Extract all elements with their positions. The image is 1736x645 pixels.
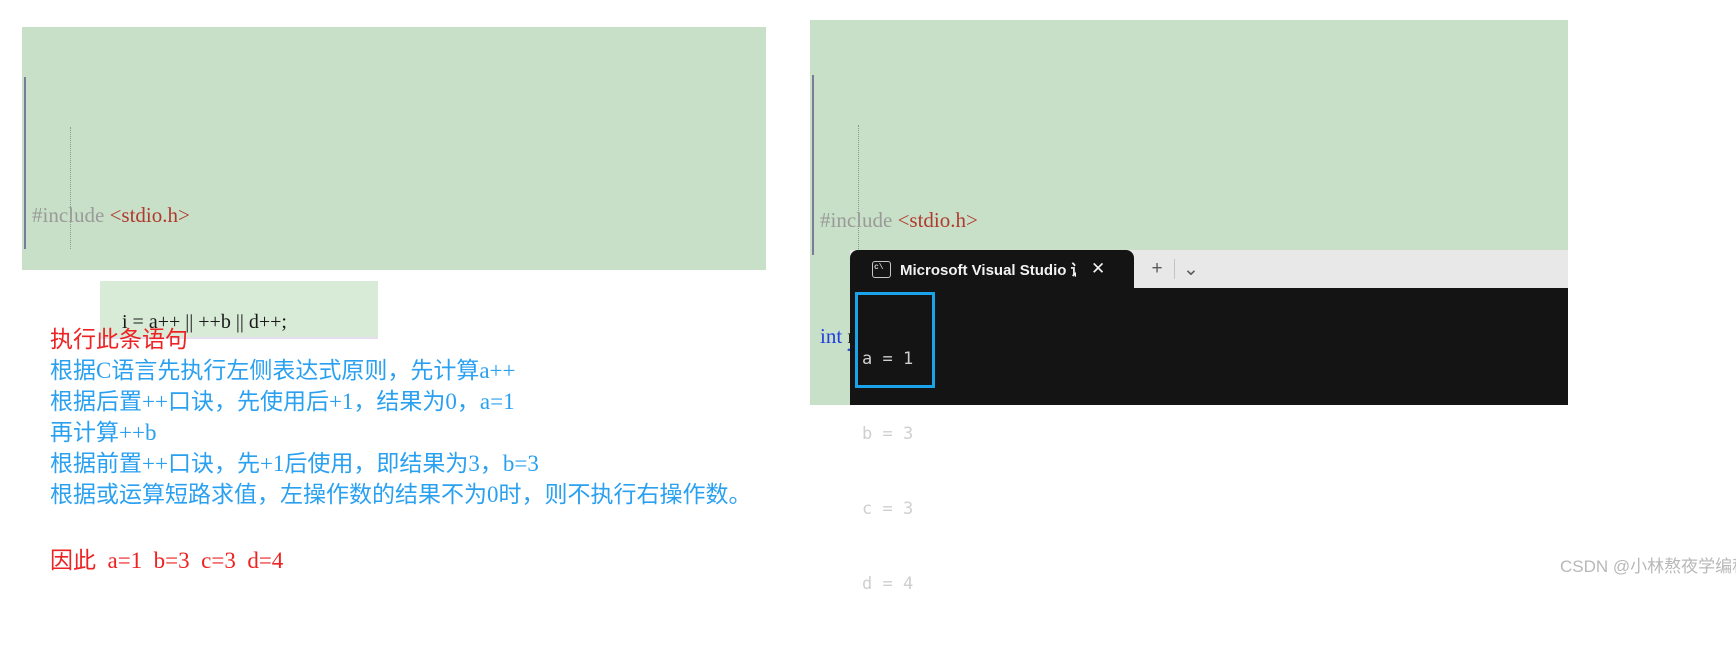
console-tab-strip[interactable]: Microsoft Visual Studio 调试控 ✕ + ⌄ — [850, 250, 1568, 288]
tabstrip-divider — [1174, 259, 1175, 279]
indent-guide — [858, 125, 860, 255]
preprocessor-token: #include — [820, 208, 898, 232]
conclusion-line: 因此 a=1 b=3 c=3 d=4 — [50, 548, 284, 573]
code-line: #include <stdio.h> — [22, 201, 766, 230]
preprocessor-token: #include — [32, 203, 110, 227]
header-token: <stdio.h> — [897, 208, 978, 232]
note-line-0: 执行此条语句 — [50, 327, 188, 352]
console-tab[interactable]: Microsoft Visual Studio 调试控 ✕ — [850, 250, 1134, 288]
console-output-line: a = 1 — [862, 349, 914, 369]
indent-guide — [70, 127, 72, 249]
console-output-line: d = 4 — [862, 574, 914, 594]
watermark: CSDN @小林熬夜学编程 — [1560, 557, 1736, 576]
console-output-line: c = 3 — [862, 499, 914, 519]
console-icon — [872, 260, 891, 278]
note-line-2: 根据后置++口诀，先使用后+1，结果为0，a=1 — [50, 389, 515, 414]
console-output: a = 1 b = 3 c = 3 d = 4 — [862, 297, 913, 622]
chevron-down-icon[interactable]: ⌄ — [1178, 257, 1204, 281]
keyword-token: int — [820, 324, 843, 348]
console-tab-title: Microsoft Visual Studio 调试控 — [900, 261, 1076, 279]
left-code-editor[interactable]: #include <stdio.h> int main() { int i = … — [22, 27, 766, 270]
new-tab-button[interactable]: + — [1144, 257, 1170, 281]
note-line-1: 根据C语言先执行左侧表达式原则，先计算a++ — [50, 358, 516, 383]
note-line-4: 根据前置++口诀，先+1后使用，即结果为3，b=3 — [50, 451, 539, 476]
note-line-3: 再计算++b — [50, 420, 157, 445]
code-line: #include <stdio.h> — [810, 206, 1568, 235]
header-token: <stdio.h> — [109, 203, 190, 227]
note-line-5: 根据或运算短路求值，左操作数的结果不为0时，则不执行右操作数。 — [50, 482, 752, 507]
console-output-line: b = 3 — [862, 424, 914, 444]
close-icon[interactable]: ✕ — [1091, 259, 1105, 279]
